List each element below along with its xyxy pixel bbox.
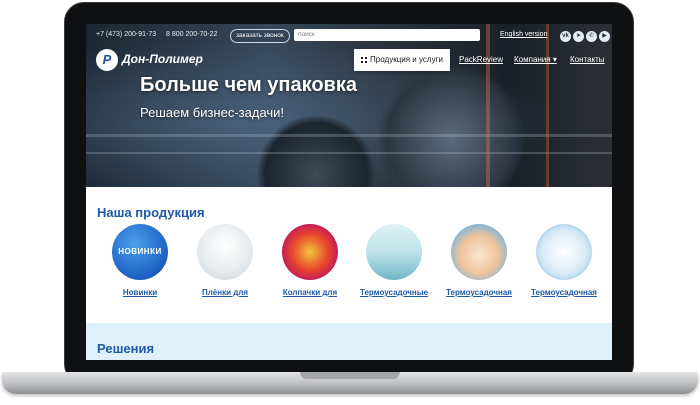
- search-input[interactable]: поиск: [294, 29, 480, 41]
- solutions-heading: Решения: [97, 341, 155, 356]
- product-label[interactable]: Новинки: [102, 288, 178, 297]
- products-carousel: НОВИНКИ Новинки Плёнки для Колпачки для …: [86, 224, 612, 314]
- hero-banner: +7 (473) 200-91-73 8 800 200-70-22 заказ…: [86, 24, 612, 187]
- hero-subtitle: Решаем бизнес-задачи!: [140, 105, 285, 120]
- product-item[interactable]: Плёнки для: [187, 224, 263, 304]
- product-label[interactable]: Термоусадочная: [526, 288, 602, 297]
- whatsapp-icon[interactable]: ✆: [586, 31, 597, 42]
- nav-contacts[interactable]: Контакты: [570, 49, 605, 71]
- browser-viewport: +7 (473) 200-91-73 8 800 200-70-22 заказ…: [86, 24, 612, 360]
- grid-icon: [361, 57, 368, 63]
- product-label[interactable]: Колпачки для: [272, 288, 348, 297]
- nav-company[interactable]: Компания ▾: [514, 49, 557, 71]
- english-version-link[interactable]: English version: [500, 31, 547, 38]
- hero-decor-roll: [256, 114, 376, 187]
- nav-packreview[interactable]: PackReview: [459, 49, 503, 71]
- telegram-icon[interactable]: ➤: [573, 31, 584, 42]
- product-thumb-shrink-1: [366, 224, 422, 280]
- new-badge: НОВИНКИ: [118, 247, 162, 256]
- laptop-notch: [300, 372, 400, 379]
- phone-1[interactable]: +7 (473) 200-91-73: [96, 31, 156, 38]
- top-bar: +7 (473) 200-91-73 8 800 200-70-22 заказ…: [96, 29, 610, 43]
- product-thumb-caps: [282, 224, 338, 280]
- hero-decor-bar: [86, 152, 612, 154]
- hero-decor-bar: [86, 134, 612, 137]
- vk-icon[interactable]: vk: [560, 31, 571, 42]
- product-item[interactable]: НОВИНКИ Новинки: [102, 224, 178, 304]
- product-thumb-film: [197, 224, 253, 280]
- product-thumb-shrink-2: [451, 224, 507, 280]
- product-item[interactable]: Термоусадочные: [356, 224, 432, 304]
- products-heading: Наша продукция: [97, 205, 205, 220]
- product-label[interactable]: Плёнки для: [187, 288, 263, 297]
- product-item[interactable]: Колпачки для: [272, 224, 348, 304]
- solutions-section: Решения: [86, 323, 612, 360]
- callback-button[interactable]: заказать звонок: [230, 29, 290, 43]
- phone-2[interactable]: 8 800 200-70-22: [166, 31, 217, 38]
- logo-mark-icon: Р: [96, 49, 118, 71]
- product-item[interactable]: Термоусадочная: [441, 224, 517, 304]
- product-label[interactable]: Термоусадочная: [441, 288, 517, 297]
- nav-products-services[interactable]: Продукция и услуги: [354, 49, 450, 71]
- hero-decor-roll: [376, 64, 526, 187]
- product-label[interactable]: Термоусадочные: [356, 288, 432, 297]
- logo-text: Дон-Полимер: [122, 52, 203, 66]
- hero-title: Больше чем упаковка: [140, 74, 357, 96]
- product-thumb-shrink-3: [536, 224, 592, 280]
- nav-products-label: Продукция и услуги: [370, 55, 443, 64]
- product-item[interactable]: Термоусадочная: [526, 224, 602, 304]
- product-thumb-new: НОВИНКИ: [112, 224, 168, 280]
- youtube-icon[interactable]: ▶: [599, 31, 610, 42]
